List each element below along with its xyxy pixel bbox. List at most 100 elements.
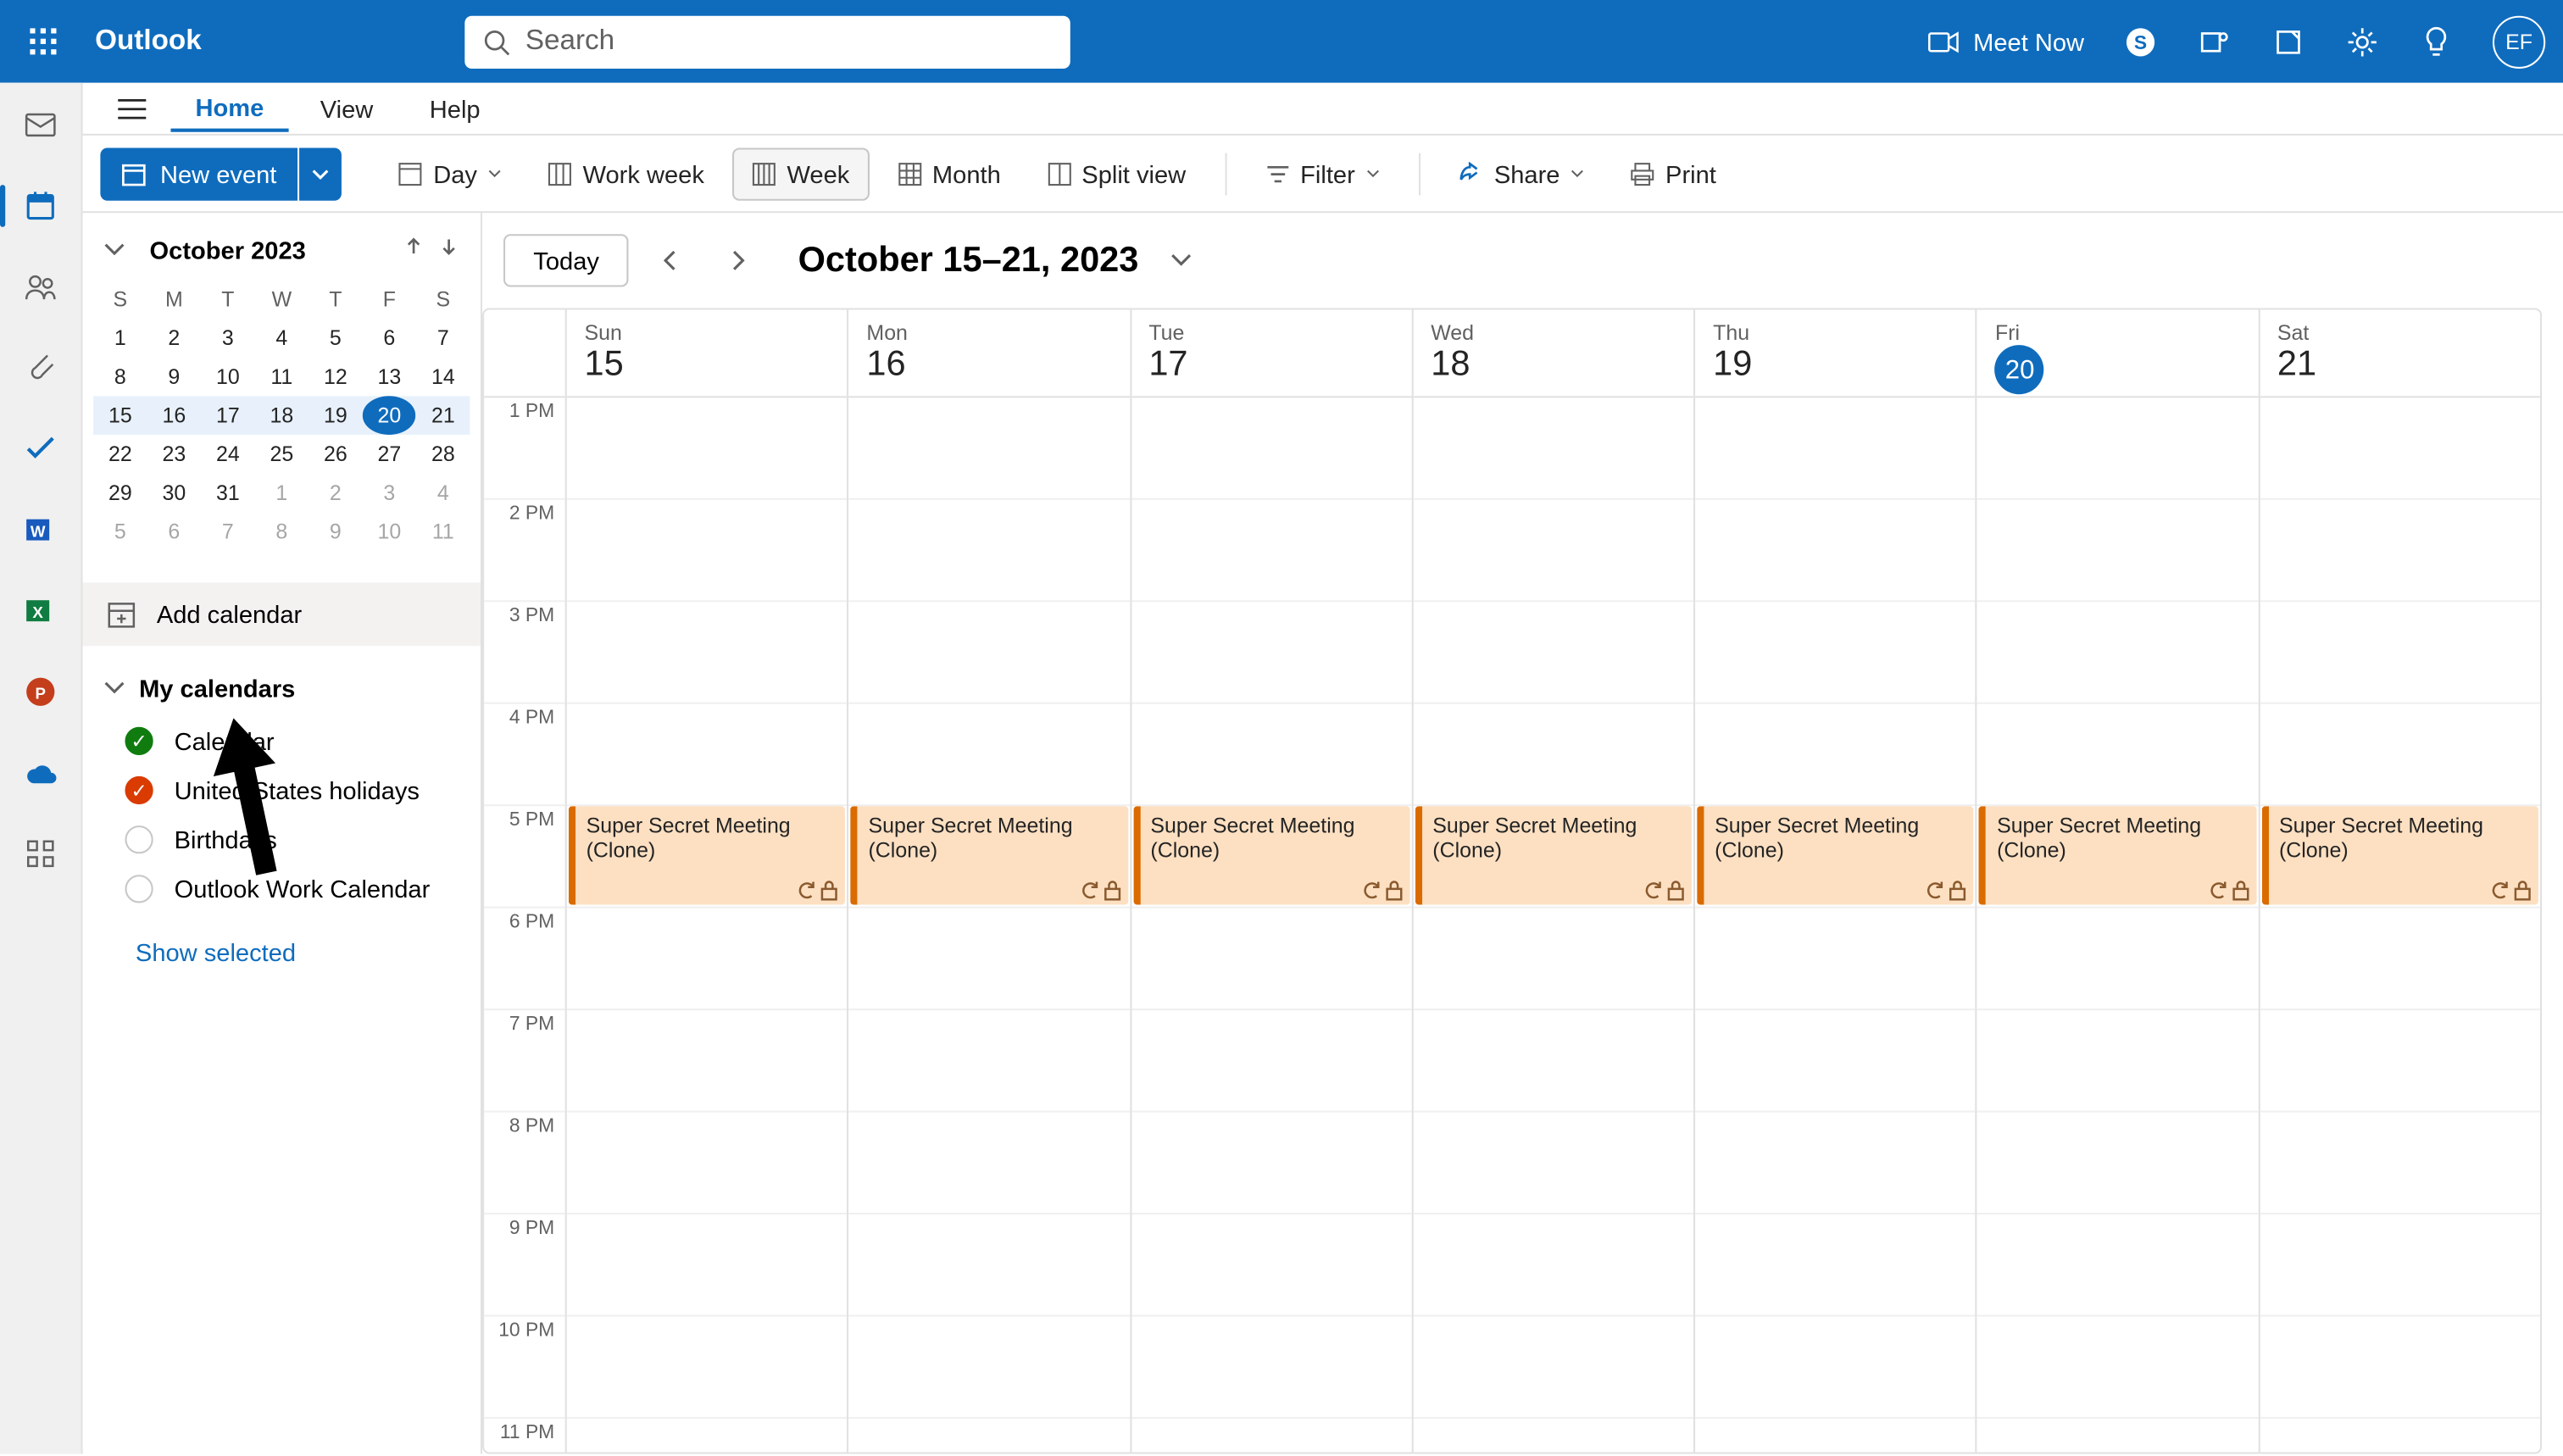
calendar-item[interactable]: United States holidays <box>93 765 470 814</box>
minical-day[interactable]: 28 <box>416 435 470 474</box>
minical-collapse-icon[interactable] <box>104 234 140 265</box>
calendar-item[interactable]: Birthdays <box>93 815 470 864</box>
minical-day[interactable]: 25 <box>255 435 309 474</box>
files-icon[interactable] <box>19 347 62 389</box>
minical-day[interactable]: 13 <box>363 358 417 397</box>
calendar-item[interactable]: Calendar <box>93 716 470 765</box>
search-input[interactable]: Search <box>465 15 1070 68</box>
day-header[interactable]: Fri20 <box>1976 310 2258 397</box>
minical-day[interactable]: 29 <box>93 474 147 513</box>
calendar-event[interactable]: Super Secret Meeting (Clone) <box>1415 806 1693 904</box>
minical-day[interactable]: 12 <box>309 358 363 397</box>
powerpoint-icon[interactable]: P <box>19 670 62 713</box>
day-column[interactable]: Super Secret Meeting (Clone) <box>1129 397 1411 1452</box>
tab-view[interactable]: View <box>296 87 398 130</box>
minical-prev-icon[interactable] <box>403 234 425 265</box>
view-workweek-button[interactable]: Work week <box>530 147 721 199</box>
minical-day[interactable]: 5 <box>309 319 363 358</box>
settings-icon[interactable] <box>2344 24 2380 59</box>
minical-day[interactable]: 23 <box>147 435 202 474</box>
calendar-event[interactable]: Super Secret Meeting (Clone) <box>1979 806 2256 904</box>
minical-day[interactable]: 14 <box>416 358 470 397</box>
people-icon[interactable] <box>19 266 62 308</box>
day-column[interactable]: Super Secret Meeting (Clone) <box>848 397 1130 1452</box>
calendar-checkbox[interactable] <box>125 776 153 804</box>
day-column[interactable]: Super Secret Meeting (Clone) <box>2258 397 2540 1452</box>
minical-day[interactable]: 2 <box>309 474 363 513</box>
filter-button[interactable]: Filter <box>1248 147 1398 199</box>
tab-help[interactable]: Help <box>405 87 505 130</box>
today-button[interactable]: Today <box>503 234 629 286</box>
calendar-event[interactable]: Super Secret Meeting (Clone) <box>569 806 846 904</box>
minical-day[interactable]: 3 <box>363 474 417 513</box>
minical-day[interactable]: 1 <box>93 319 147 358</box>
day-column[interactable]: Super Secret Meeting (Clone) <box>1693 397 1976 1452</box>
calendar-checkbox[interactable] <box>125 875 153 903</box>
minical-day[interactable]: 6 <box>363 319 417 358</box>
share-button[interactable]: Share <box>1442 147 1603 199</box>
minical-day[interactable]: 6 <box>147 512 202 551</box>
more-apps-icon[interactable] <box>19 832 62 875</box>
view-month-button[interactable]: Month <box>880 147 1019 199</box>
minical-day[interactable]: 21 <box>416 396 470 435</box>
minical-day[interactable]: 20 <box>363 396 417 435</box>
minical-day[interactable]: 10 <box>363 512 417 551</box>
show-selected-link[interactable]: Show selected <box>93 914 470 991</box>
calendar-item[interactable]: Outlook Work Calendar <box>93 864 470 914</box>
minical-day[interactable]: 18 <box>255 396 309 435</box>
minical-day[interactable]: 9 <box>147 358 202 397</box>
day-header[interactable]: Sat21 <box>2258 310 2540 397</box>
minical-day[interactable]: 3 <box>201 319 255 358</box>
minical-day[interactable]: 11 <box>416 512 470 551</box>
minical-day[interactable]: 8 <box>93 358 147 397</box>
calendar-icon[interactable] <box>19 185 62 227</box>
minical-day[interactable]: 17 <box>201 396 255 435</box>
print-button[interactable]: Print <box>1613 147 1734 199</box>
minical-day[interactable]: 19 <box>309 396 363 435</box>
date-range-dropdown-icon[interactable] <box>1170 245 1192 276</box>
day-header[interactable]: Mon16 <box>848 310 1130 397</box>
minical-day[interactable]: 8 <box>255 512 309 551</box>
hamburger-icon[interactable] <box>100 82 164 135</box>
minical-day[interactable]: 2 <box>147 319 202 358</box>
view-day-button[interactable]: Day <box>381 147 520 199</box>
prev-week-icon[interactable] <box>647 236 696 285</box>
calendar-event[interactable]: Super Secret Meeting (Clone) <box>2261 806 2538 904</box>
minical-day[interactable]: 30 <box>147 474 202 513</box>
tips-icon[interactable] <box>2419 24 2455 59</box>
user-avatar[interactable]: EF <box>2493 15 2545 68</box>
day-header[interactable]: Tue17 <box>1129 310 1411 397</box>
next-week-icon[interactable] <box>714 236 763 285</box>
minical-next-icon[interactable] <box>438 234 459 265</box>
calendar-event[interactable]: Super Secret Meeting (Clone) <box>851 806 1128 904</box>
minical-day[interactable]: 27 <box>363 435 417 474</box>
minical-day[interactable]: 31 <box>201 474 255 513</box>
mail-icon[interactable] <box>19 104 62 147</box>
day-header[interactable]: Wed18 <box>1411 310 1693 397</box>
minical-day[interactable]: 16 <box>147 396 202 435</box>
app-launcher-icon[interactable] <box>18 15 70 68</box>
skype-icon[interactable]: S <box>2123 24 2159 59</box>
calendar-event[interactable]: Super Secret Meeting (Clone) <box>1697 806 1974 904</box>
minical-day[interactable]: 7 <box>416 319 470 358</box>
tab-home[interactable]: Home <box>170 86 288 131</box>
calendar-event[interactable]: Super Secret Meeting (Clone) <box>1133 806 1410 904</box>
minical-day[interactable]: 1 <box>255 474 309 513</box>
minical-day[interactable]: 9 <box>309 512 363 551</box>
new-event-dropdown[interactable] <box>299 147 342 199</box>
my-calendars-header[interactable]: My calendars <box>93 660 470 716</box>
day-column[interactable]: Super Secret Meeting (Clone) <box>1411 397 1693 1452</box>
split-view-button[interactable]: Split view <box>1029 147 1204 199</box>
minical-day[interactable]: 24 <box>201 435 255 474</box>
minical-day[interactable]: 7 <box>201 512 255 551</box>
minical-day[interactable]: 10 <box>201 358 255 397</box>
calendar-checkbox[interactable] <box>125 727 153 755</box>
day-column[interactable]: Super Secret Meeting (Clone) <box>565 397 848 1452</box>
new-event-button[interactable]: New event <box>100 147 297 199</box>
minical-day[interactable]: 15 <box>93 396 147 435</box>
day-header[interactable]: Sun15 <box>565 310 848 397</box>
notes-icon[interactable] <box>2271 24 2306 59</box>
calendar-checkbox[interactable] <box>125 825 153 853</box>
minical-day[interactable]: 22 <box>93 435 147 474</box>
teams-icon[interactable] <box>2197 24 2232 59</box>
